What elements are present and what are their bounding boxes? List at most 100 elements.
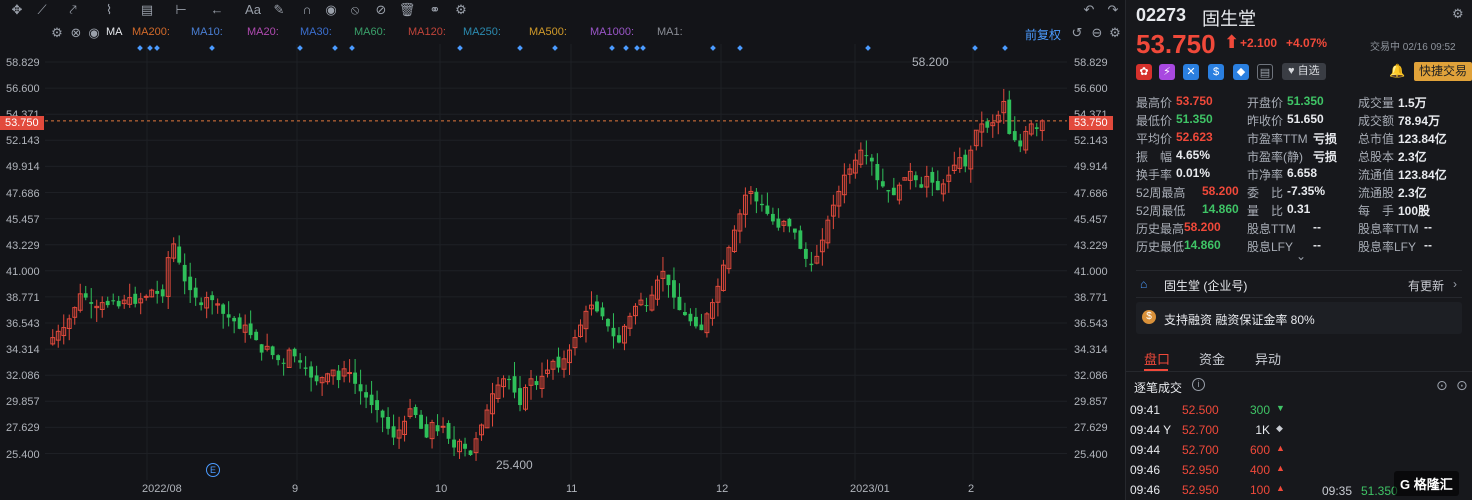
candle-body[interactable] — [617, 335, 621, 343]
candle-body[interactable] — [963, 154, 968, 167]
tag-icon[interactable]: ◆ — [1233, 64, 1249, 80]
candle-body[interactable] — [210, 295, 215, 301]
candle-body[interactable] — [1018, 140, 1023, 147]
candle-body[interactable] — [765, 205, 770, 214]
settings-icon[interactable]: ⚙ — [1452, 6, 1464, 22]
candle-body[interactable] — [600, 307, 605, 317]
candle-body[interactable] — [913, 175, 918, 181]
candle-body[interactable] — [677, 296, 682, 311]
candle-body[interactable] — [754, 191, 759, 202]
more-icon[interactable]: ⊙ — [1436, 377, 1448, 394]
candle-body[interactable] — [221, 304, 226, 314]
candle-body[interactable] — [380, 410, 385, 418]
lightning-icon[interactable]: ⚡ — [1159, 64, 1175, 80]
candle-body[interactable] — [798, 230, 803, 249]
candle-body[interactable] — [463, 443, 467, 449]
candle-body[interactable] — [683, 312, 687, 316]
candle-body[interactable] — [930, 171, 935, 183]
candle-body[interactable] — [386, 416, 391, 429]
candle-body[interactable] — [435, 425, 440, 432]
candle-body[interactable] — [182, 264, 187, 282]
candle-body[interactable] — [880, 181, 885, 187]
candle-body[interactable] — [891, 187, 896, 196]
candle-body[interactable] — [869, 157, 874, 162]
candle-body[interactable] — [336, 370, 341, 381]
event-marker[interactable] — [737, 45, 743, 51]
event-marker[interactable] — [710, 45, 716, 51]
candle-body[interactable] — [133, 293, 138, 304]
candle-body[interactable] — [507, 378, 511, 381]
event-marker[interactable] — [865, 45, 871, 51]
candle-body[interactable] — [143, 295, 149, 298]
candle-body[interactable] — [248, 323, 253, 336]
candle-body[interactable] — [644, 305, 649, 307]
candle-body[interactable] — [875, 164, 880, 181]
candle-body[interactable] — [1034, 127, 1039, 129]
candle-body[interactable] — [770, 213, 775, 222]
candle-body[interactable] — [803, 248, 808, 259]
candle-body[interactable] — [116, 300, 121, 307]
candle-body[interactable] — [606, 318, 610, 327]
candle-body[interactable] — [787, 218, 792, 227]
candle-body[interactable] — [468, 450, 473, 456]
candle-body[interactable] — [985, 121, 990, 128]
candlestick-chart[interactable] — [0, 0, 1125, 500]
event-marker[interactable] — [147, 45, 153, 51]
candle-body[interactable] — [809, 263, 814, 266]
candle-body[interactable] — [375, 400, 380, 411]
candle-body[interactable] — [611, 327, 616, 337]
candle-body[interactable] — [452, 439, 456, 448]
candle-body[interactable] — [518, 388, 522, 406]
event-marker[interactable] — [623, 45, 629, 51]
candle-body[interactable] — [314, 375, 319, 382]
candle-body[interactable] — [666, 274, 671, 286]
candle-body[interactable] — [688, 313, 693, 322]
event-marker[interactable] — [552, 45, 558, 51]
candle-body[interactable] — [919, 184, 924, 188]
candle-body[interactable] — [358, 384, 363, 392]
candle-body[interactable] — [155, 290, 160, 294]
event-marker[interactable] — [517, 45, 523, 51]
candle-body[interactable] — [886, 190, 891, 192]
candle-body[interactable] — [347, 372, 353, 375]
document-icon[interactable]: ▤ — [1257, 64, 1273, 80]
candle-body[interactable] — [281, 362, 286, 364]
candle-body[interactable] — [391, 426, 396, 438]
event-marker[interactable] — [349, 45, 355, 51]
candle-body[interactable] — [237, 317, 242, 329]
candle-body[interactable] — [105, 300, 110, 306]
candle-body[interactable] — [83, 293, 88, 298]
event-icon[interactable]: E — [206, 463, 220, 477]
candle-body[interactable] — [759, 203, 764, 206]
info-icon[interactable]: i — [1192, 378, 1205, 391]
candle-body[interactable] — [935, 181, 940, 191]
event-marker[interactable] — [1002, 45, 1008, 51]
tab-alerts[interactable]: 异动 — [1255, 349, 1281, 368]
event-marker[interactable] — [634, 45, 640, 51]
candle-body[interactable] — [89, 302, 94, 304]
candle-body[interactable] — [446, 422, 451, 439]
candle-body[interactable] — [160, 289, 165, 297]
candle-body[interactable] — [419, 414, 423, 429]
candle-body[interactable] — [232, 317, 237, 322]
watchlist-button[interactable]: ♥ 自选 — [1282, 63, 1326, 80]
candle-body[interactable] — [364, 392, 369, 398]
candle-body[interactable] — [556, 356, 561, 368]
candle-body[interactable] — [254, 331, 259, 341]
event-marker[interactable] — [609, 45, 615, 51]
candle-body[interactable] — [259, 344, 264, 353]
candle-body[interactable] — [177, 246, 182, 263]
candle-body[interactable] — [298, 360, 303, 363]
dollar-icon[interactable]: $ — [1208, 64, 1224, 80]
candle-body[interactable] — [276, 355, 281, 361]
event-marker[interactable] — [209, 45, 215, 51]
candle-body[interactable] — [1012, 131, 1017, 141]
candle-body[interactable] — [1007, 99, 1012, 134]
event-marker[interactable] — [137, 45, 143, 51]
candle-body[interactable] — [672, 280, 676, 298]
candle-body[interactable] — [424, 424, 429, 438]
event-marker[interactable] — [640, 45, 646, 51]
candle-body[interactable] — [226, 314, 231, 318]
candle-body[interactable] — [292, 348, 297, 357]
event-marker[interactable] — [297, 45, 303, 51]
